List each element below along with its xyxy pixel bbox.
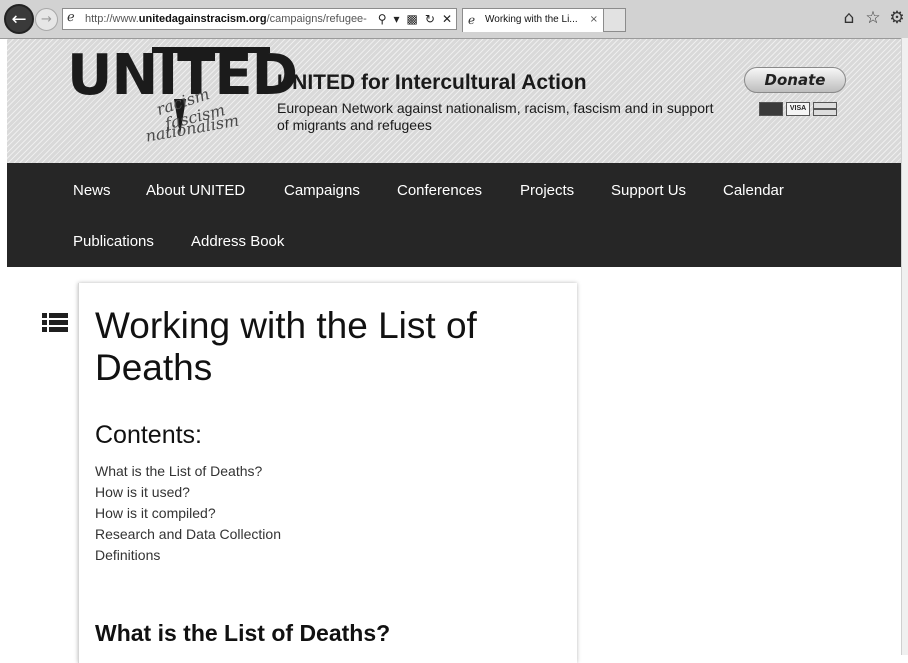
tab-title: Working with the Li... [485, 14, 578, 25]
amex-card-icon [813, 102, 837, 116]
toc-link[interactable]: How is it used? [95, 482, 281, 503]
ie-page-icon: ℯ [67, 10, 75, 25]
nav-item-calendar[interactable]: Calendar [723, 182, 784, 200]
site-title[interactable]: UNITED for Intercultural Action [277, 71, 587, 95]
nav-item-campaigns[interactable]: Campaigns [284, 182, 360, 200]
page-scrollbar[interactable] [901, 38, 908, 655]
nav-item-about-united[interactable]: About UNITED [146, 182, 245, 200]
contents-heading: Contents: [95, 421, 203, 449]
new-tab-button[interactable] [604, 8, 626, 32]
forward-arrow-icon[interactable]: → [35, 8, 58, 31]
nav-item-address-book[interactable]: Address Book [191, 233, 284, 251]
browser-toolbar: ← → ℯ http://www.unitedagainstracism.org… [0, 0, 908, 39]
toc-link[interactable]: What is the List of Deaths? [95, 461, 281, 482]
list-menu-icon[interactable] [42, 313, 68, 333]
stop-icon[interactable]: ✕ [442, 9, 452, 29]
toc-link[interactable]: Research and Data Collection [95, 524, 281, 545]
ie-page-icon: ℯ [468, 13, 476, 27]
search-icon[interactable]: ⚲ [378, 9, 387, 29]
browser-tab[interactable]: ℯ Working with the Li... × [462, 8, 604, 32]
main-navigation: News About UNITED Campaigns Conferences … [7, 163, 902, 267]
dropdown-icon[interactable]: ▾ [394, 9, 400, 29]
table-of-contents: What is the List of Deaths? How is it us… [95, 461, 281, 566]
page-title: Working with the List of Deaths [95, 305, 477, 388]
nav-item-news[interactable]: News [73, 182, 111, 200]
home-icon[interactable]: ⌂ [840, 8, 858, 28]
toc-link[interactable]: Definitions [95, 545, 281, 566]
nav-item-conferences[interactable]: Conferences [397, 182, 482, 200]
favorites-star-icon[interactable]: ☆ [864, 8, 882, 28]
nav-item-projects[interactable]: Projects [520, 182, 574, 200]
section-heading: What is the List of Deaths? [95, 620, 391, 646]
payment-cards: VISA [759, 102, 837, 116]
refresh-icon[interactable]: ↻ [425, 9, 435, 29]
visa-card-icon: VISA [786, 102, 810, 116]
logo-bar [152, 47, 270, 53]
back-arrow-icon[interactable]: ← [4, 4, 34, 34]
toc-link[interactable]: How is it compiled? [95, 503, 281, 524]
mastercard-icon [759, 102, 783, 116]
site-tagline: European Network against nationalism, ra… [277, 100, 714, 133]
address-bar[interactable]: ℯ http://www.unitedagainstracism.org/cam… [62, 8, 457, 30]
donate-button[interactable]: Donate [744, 67, 846, 93]
site-header: UNITED racism fascism nationalism UNITED… [7, 39, 902, 163]
tab-close-icon[interactable]: × [590, 9, 598, 31]
compatibility-icon[interactable]: ▩ [407, 9, 418, 29]
url-text[interactable]: http://www.unitedagainstracism.org/campa… [85, 9, 367, 29]
nav-item-support-us[interactable]: Support Us [611, 182, 686, 200]
settings-gear-icon[interactable]: ⚙ [888, 8, 906, 28]
nav-item-publications[interactable]: Publications [73, 233, 154, 251]
